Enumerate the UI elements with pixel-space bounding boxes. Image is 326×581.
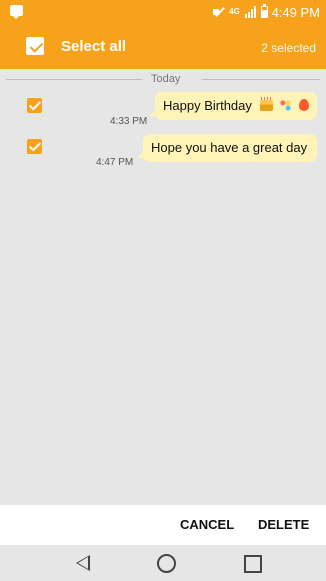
select-all-label[interactable]: Select all: [61, 38, 126, 55]
party-popper-emoji-icon: [279, 99, 293, 112]
conversation-list[interactable]: Today 4:33 PM Happy Birthday 4:47 PM Hop…: [0, 69, 326, 505]
back-icon[interactable]: [76, 555, 90, 571]
signal-icon: [244, 6, 257, 18]
message-2-text: Hope you have a great day: [151, 140, 308, 155]
bottom-action-bar: CANCEL DELETE: [0, 505, 326, 545]
message-1-bubble[interactable]: Happy Birthday: [149, 92, 317, 120]
message-notification-icon: [10, 5, 23, 19]
date-label: Today: [151, 73, 181, 85]
delete-button[interactable]: DELETE: [258, 517, 309, 532]
recent-apps-icon[interactable]: [244, 555, 262, 573]
message-2-time: 4:47 PM: [96, 157, 134, 168]
message-1-text: Happy Birthday: [163, 98, 252, 113]
battery-icon: [260, 4, 268, 18]
balloon-emoji-icon: [298, 99, 309, 111]
message-1-time: 4:33 PM: [110, 116, 148, 127]
status-icons: 4G 4:49 PM: [212, 4, 320, 20]
birthday-cake-emoji-icon: [259, 97, 273, 111]
mute-icon: [212, 6, 225, 18]
message-2-bubble[interactable]: Hope you have a great day: [137, 134, 317, 162]
select-all-checkbox[interactable]: [26, 37, 44, 55]
home-icon[interactable]: [157, 554, 176, 573]
status-time: 4:49 PM: [271, 4, 320, 20]
action-bar: Select all 2 selected: [0, 25, 326, 69]
message-2-checkbox[interactable]: [27, 139, 42, 154]
message-1-checkbox[interactable]: [27, 98, 42, 113]
navigation-bar: [0, 545, 326, 581]
cancel-button[interactable]: CANCEL: [180, 517, 234, 532]
4g-icon: 4G: [229, 7, 240, 16]
selected-count: 2 selected: [261, 41, 316, 55]
status-bar: 4G 4:49 PM: [0, 0, 326, 25]
